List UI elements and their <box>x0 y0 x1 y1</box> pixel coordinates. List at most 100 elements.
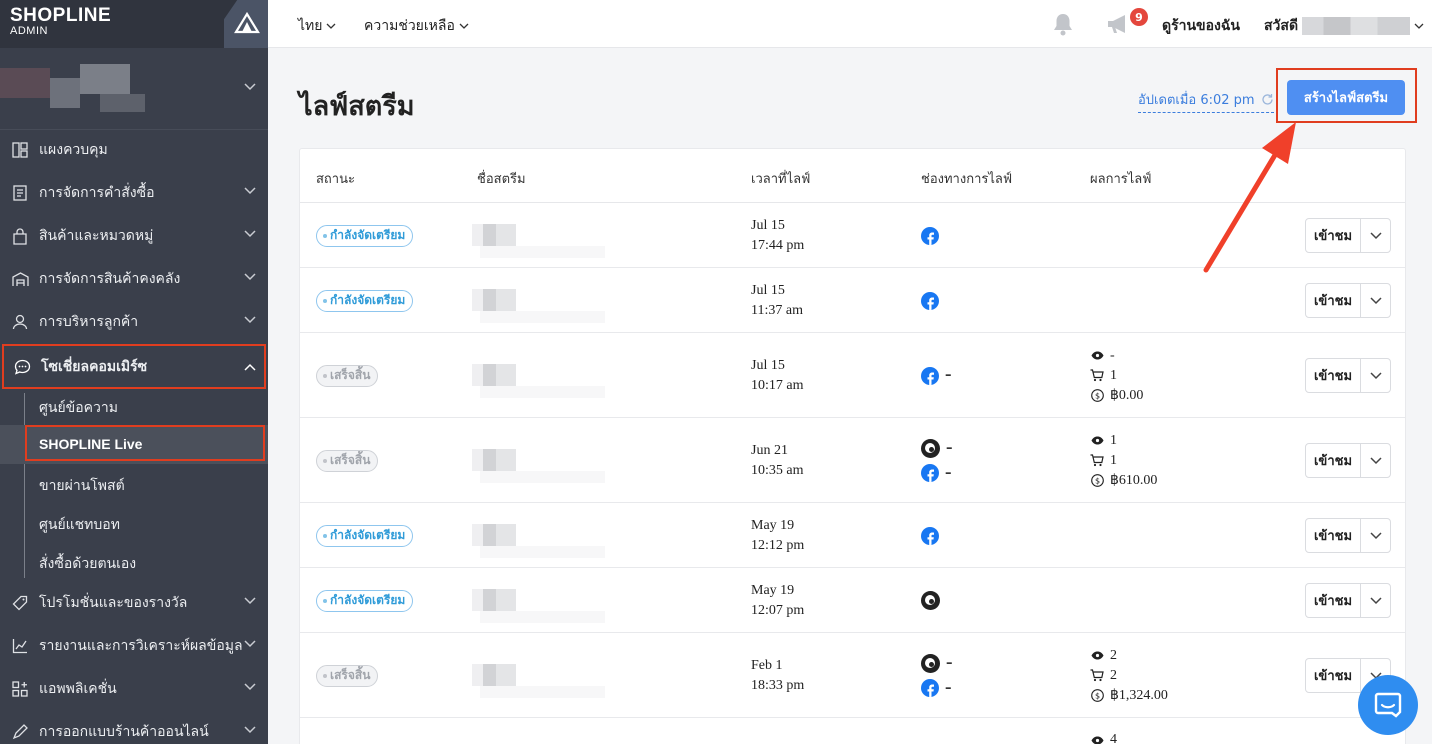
stream-name-blurred-shadow <box>480 545 605 558</box>
store-switcher[interactable] <box>0 48 268 130</box>
sidebar-item-customers[interactable]: การบริหารลูกค้า <box>0 304 268 340</box>
channel-item: – <box>921 438 953 458</box>
facebook-icon <box>921 226 939 245</box>
facebook-icon <box>921 526 939 545</box>
stream-name-blurred-shadow <box>480 245 605 258</box>
coin-icon: $ <box>1090 389 1104 402</box>
channel-item <box>921 226 945 245</box>
support-chat-button[interactable] <box>1358 675 1418 735</box>
status-badge: กำลังจัดเตรียม <box>316 524 414 547</box>
sales-value: ฿610.00 <box>1110 472 1158 488</box>
row-actions-dropdown[interactable] <box>1361 596 1390 605</box>
sidebar-item-products[interactable]: สินค้าและหมวดหมู่ <box>0 218 268 254</box>
channel-list <box>921 291 945 310</box>
channel-item: – <box>921 464 953 483</box>
channel-list <box>921 591 946 610</box>
live-date: Jul 15 <box>751 282 785 298</box>
orders-icon <box>11 184 29 202</box>
row-actions-dropdown[interactable] <box>1361 531 1390 540</box>
live-time: May 19 12:07 pm <box>751 581 804 621</box>
live-clock: 18:33 pm <box>751 677 805 693</box>
user-icon <box>11 313 29 331</box>
megaphone-icon[interactable] <box>1106 13 1132 39</box>
logo-mountain-icon <box>224 0 268 48</box>
chevron-down-icon <box>1369 531 1382 539</box>
table-row: เสร็จสิ้น Feb 1 18:33 pm – – 2 2 $ ฿1,324.00 … <box>300 633 1405 718</box>
status-text: กำลังจัดเตรียม <box>330 528 406 542</box>
logo-area[interactable]: SHOPLINE ADMIN <box>0 0 268 48</box>
row-actions-dropdown[interactable] <box>1361 231 1390 240</box>
sidebar-item-orders[interactable]: การจัดการคำสั่งซื้อ <box>0 175 268 211</box>
chevron-down-icon <box>459 23 469 29</box>
view-store-link[interactable]: ดูร้านของฉัน <box>1162 15 1240 37</box>
row-actions-dropdown[interactable] <box>1361 371 1390 380</box>
last-updated-link[interactable]: อัปเดตเมื่อ 6:02 pm <box>1138 89 1274 113</box>
sidebar-item-apps[interactable]: แอพพลิเคชั่น <box>0 671 268 707</box>
sidebar-item-label: โปรโมชั่นและของรางวัล <box>39 595 188 611</box>
view-button[interactable]: เข้าชม <box>1306 359 1361 392</box>
chevron-down-icon <box>244 683 256 691</box>
sidebar-item-promotions[interactable]: โปรโมชั่นและของรางวัล <box>0 585 268 621</box>
view-action-group: เข้าชม <box>1305 218 1391 253</box>
sidebar-subitem-message-center[interactable]: ศูนย์ข้อความ <box>39 397 118 419</box>
channel-item: – <box>921 679 953 698</box>
view-button[interactable]: เข้าชม <box>1306 219 1361 252</box>
view-button[interactable]: เข้าชม <box>1306 584 1361 617</box>
chart-icon <box>11 637 29 655</box>
stream-name-blurred <box>472 363 516 386</box>
sidebar-item-label: สินค้าและหมวดหมู่ <box>39 228 154 244</box>
logo-subtitle: ADMIN <box>10 25 48 37</box>
coin-icon: $ <box>1090 474 1104 487</box>
channel-item: – <box>921 366 952 385</box>
row-actions-dropdown[interactable] <box>1361 456 1390 465</box>
cart-stat: 2 <box>1090 666 1168 686</box>
create-livestream-button[interactable]: สร้างไลฟ์สตรีม <box>1287 80 1405 115</box>
chevron-down-icon <box>1369 596 1382 604</box>
user-menu[interactable]: สวัสดี <box>1264 15 1424 37</box>
sidebar-item-store-design[interactable]: การออกแบบร้านค้าออนไลน์ <box>0 714 268 744</box>
view-action-group: เข้าชม <box>1305 358 1391 393</box>
chevron-down-icon <box>244 640 256 648</box>
sidebar-subitem-self-order[interactable]: สั่งซื้อด้วยตนเอง <box>39 553 136 575</box>
sidebar-subitem-post-sales[interactable]: ขายผ่านโพสต์ <box>39 475 125 497</box>
live-time: Jul 15 10:17 am <box>751 356 804 396</box>
help-dropdown[interactable]: ความช่วยเหลือ <box>364 15 469 37</box>
sidebar-item-reports[interactable]: รายงานและการวิเคราะห์ผลข้อมูล <box>0 628 268 664</box>
sidebar: SHOPLINE ADMIN แผงควบคุม การจัดการคำสั่ง… <box>0 0 268 744</box>
language-dropdown[interactable]: ไทย <box>298 15 336 37</box>
status-text: เสร็จสิ้น <box>330 453 371 467</box>
eye-icon <box>1090 651 1104 660</box>
sidebar-item-inventory[interactable]: การจัดการสินค้าคงคลัง <box>0 261 268 297</box>
tag-icon <box>11 594 29 612</box>
svg-text:$: $ <box>1094 692 1099 701</box>
sales-value: ฿0.00 <box>1110 387 1144 403</box>
submenu-rail <box>24 393 25 578</box>
sidebar-subitem-chatbot[interactable]: ศูนย์แชทบอท <box>39 514 120 536</box>
sidebar-item-dashboard[interactable]: แผงควบคุม <box>0 132 268 168</box>
status-badge: กำลังจัดเตรียม <box>316 224 414 247</box>
view-button[interactable]: เข้าชม <box>1306 519 1361 552</box>
facebook-icon <box>921 366 939 385</box>
bell-icon[interactable] <box>1052 12 1074 40</box>
live-results: 2 2 $ ฿1,324.00 <box>1090 646 1168 706</box>
stream-name-blurred <box>472 588 516 611</box>
notification-badge: 9 <box>1130 8 1148 26</box>
chevron-down-icon <box>1369 371 1382 379</box>
view-button[interactable]: เข้าชม <box>1306 444 1361 477</box>
coin-icon: $ <box>1090 689 1104 702</box>
live-date: Jun 21 <box>751 442 788 458</box>
logo-title: SHOPLINE <box>10 5 112 26</box>
chevron-down-icon <box>244 187 256 195</box>
row-actions-dropdown[interactable] <box>1361 296 1390 305</box>
status-text: เสร็จสิ้น <box>330 668 371 682</box>
sidebar-item-label: การบริหารลูกค้า <box>39 314 139 330</box>
live-date: Jul 15 <box>751 217 785 233</box>
sidebar-item-label: การออกแบบร้านค้าออนไลน์ <box>39 724 209 740</box>
page-title: ไลฟ์สตรีม <box>299 91 415 122</box>
stream-name-blurred-shadow <box>480 385 605 398</box>
view-button[interactable]: เข้าชม <box>1306 659 1361 692</box>
cart-stat: 1 <box>1090 451 1157 471</box>
sidebar-item-social-commerce[interactable]: โซเชี่ยลคอมเมิร์ซ <box>2 344 266 389</box>
view-button[interactable]: เข้าชม <box>1306 284 1361 317</box>
stream-name-blurred-shadow <box>480 685 605 698</box>
